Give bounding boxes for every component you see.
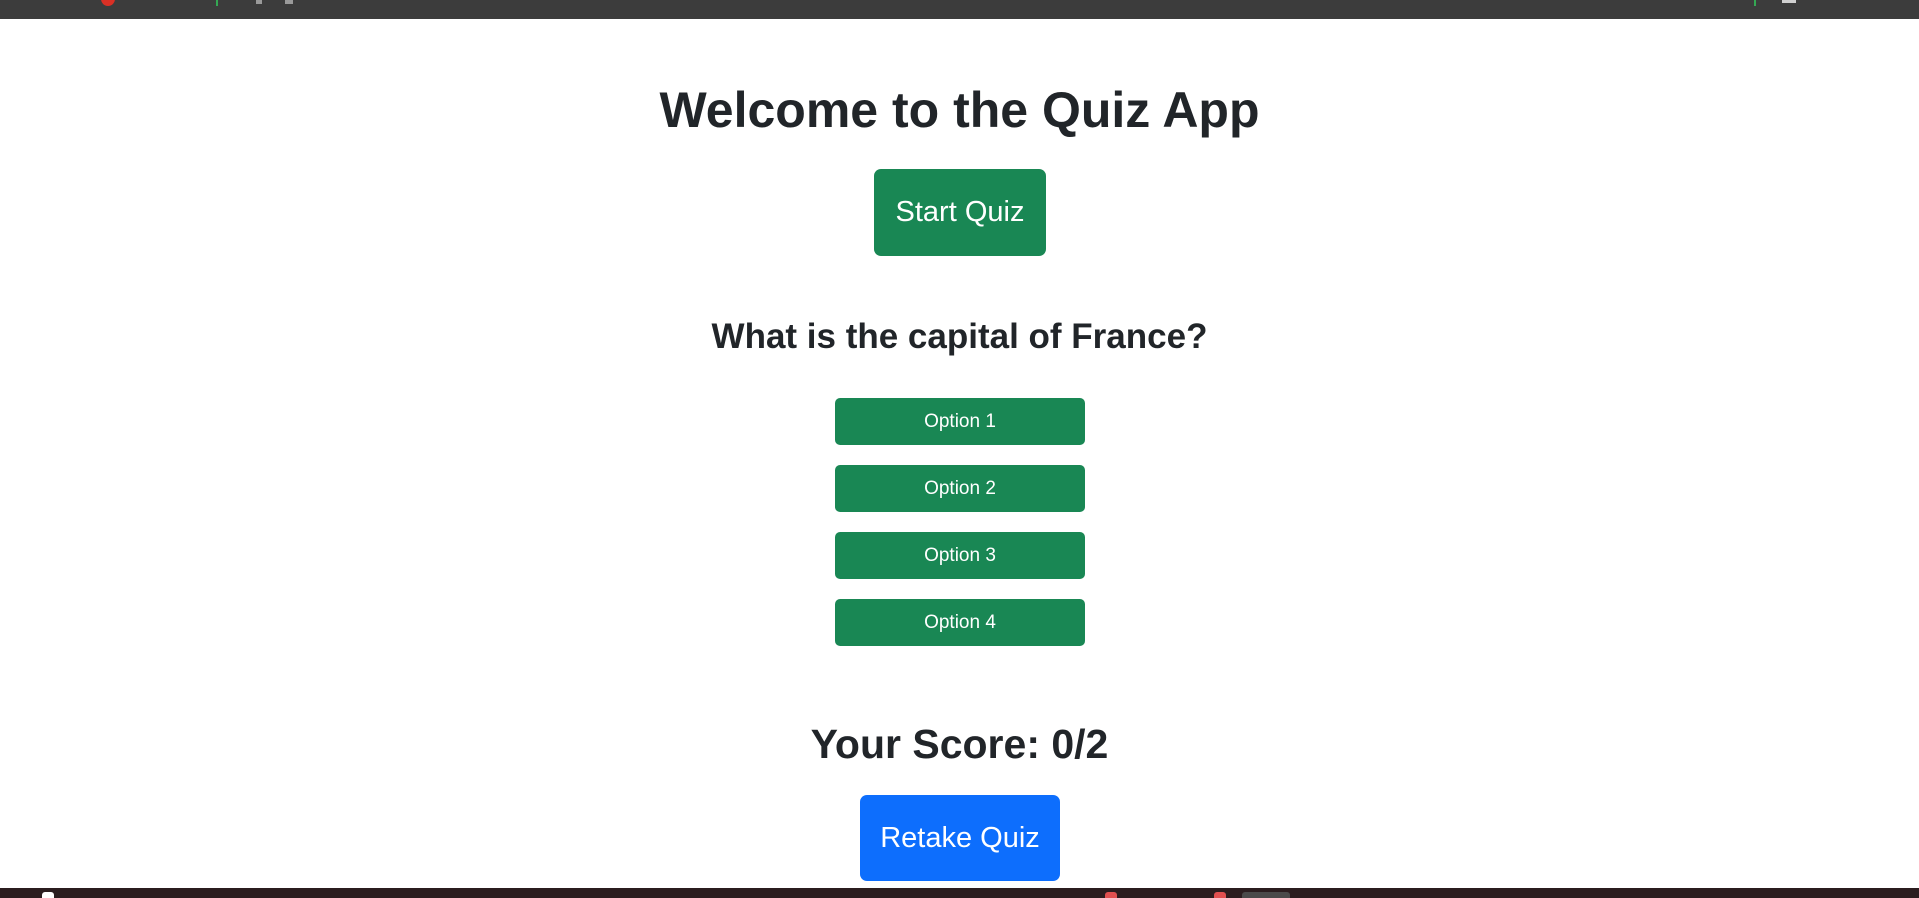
start-quiz-button[interactable]: Start Quiz [874, 169, 1046, 256]
option-2-button[interactable]: Option 2 [835, 465, 1085, 512]
browser-icon-red [101, 0, 115, 6]
browser-icon-green [216, 0, 218, 6]
browser-icon-gray [256, 0, 262, 4]
browser-icon-gray-2 [285, 0, 293, 4]
option-3-button[interactable]: Option 3 [835, 532, 1085, 579]
taskbar-icon-2 [1105, 892, 1117, 898]
taskbar-icon-4 [1242, 892, 1290, 898]
browser-icon-green-2 [1754, 0, 1756, 6]
taskbar-icon-1 [42, 892, 54, 898]
page-title: Welcome to the Quiz App [659, 82, 1260, 138]
main-content: Welcome to the Quiz App Start Quiz What … [0, 19, 1919, 888]
question-text: What is the capital of France? [711, 317, 1208, 356]
score-text: Your Score: 0/2 [810, 721, 1109, 767]
option-1-button[interactable]: Option 1 [835, 398, 1085, 445]
browser-icon-gray-3 [1782, 0, 1796, 3]
taskbar-icon-3 [1214, 892, 1226, 898]
taskbar [0, 888, 1919, 898]
option-4-button[interactable]: Option 4 [835, 599, 1085, 646]
browser-top-bar [0, 0, 1919, 19]
retake-quiz-button[interactable]: Retake Quiz [860, 795, 1060, 881]
